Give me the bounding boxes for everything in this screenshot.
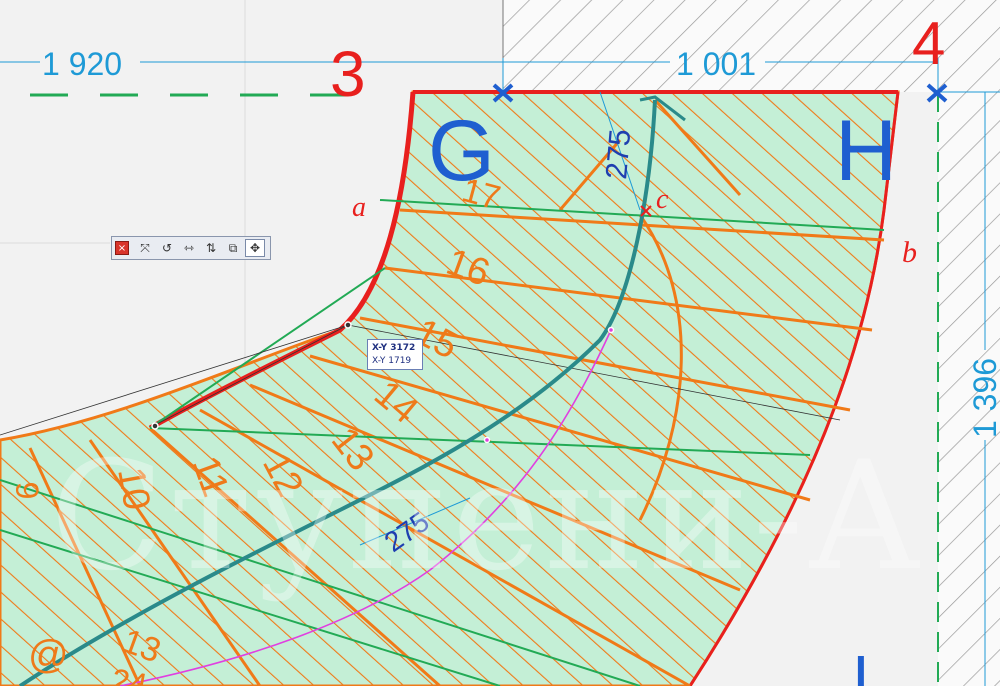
dimension-left-width: 1 920: [42, 46, 122, 82]
dimension-tread-top: 275: [600, 128, 637, 181]
elevate-button[interactable]: ⇅: [201, 239, 221, 257]
coordinate-line-1: X-Y 3172: [372, 343, 416, 353]
close-button[interactable]: ×: [115, 241, 129, 255]
handwritten-a: a: [352, 192, 366, 223]
axis-label-3: 3: [330, 38, 366, 110]
move-button[interactable]: ⤧: [135, 239, 155, 257]
mirror-button[interactable]: ⇿: [179, 239, 199, 257]
dimension-top-width: 1 001: [676, 46, 756, 82]
corner-letter-i: I: [852, 642, 870, 686]
dimension-right-height: 1 396: [967, 358, 1000, 438]
handwritten-c: c: [656, 184, 669, 215]
rotate-button[interactable]: ↺: [157, 239, 177, 257]
drag-button[interactable]: ✥: [245, 239, 265, 257]
multiply-button[interactable]: ⧉: [223, 239, 243, 257]
axis-label-4: 4: [912, 10, 945, 77]
step-number: 9: [9, 481, 46, 500]
coordinate-line-2: X-Y 1719: [372, 356, 412, 366]
partial-symbol: @: [28, 633, 69, 677]
floating-toolbar[interactable]: × ⤧ ↺ ⇿ ⇅ ⧉ ✥: [111, 236, 271, 260]
coordinate-tooltip: X-Y 3172 X-Y 1719: [367, 339, 423, 370]
corner-letter-h: H: [835, 103, 897, 199]
handwritten-b: b: [902, 236, 917, 269]
watermark: Ступени-А: [50, 430, 925, 604]
